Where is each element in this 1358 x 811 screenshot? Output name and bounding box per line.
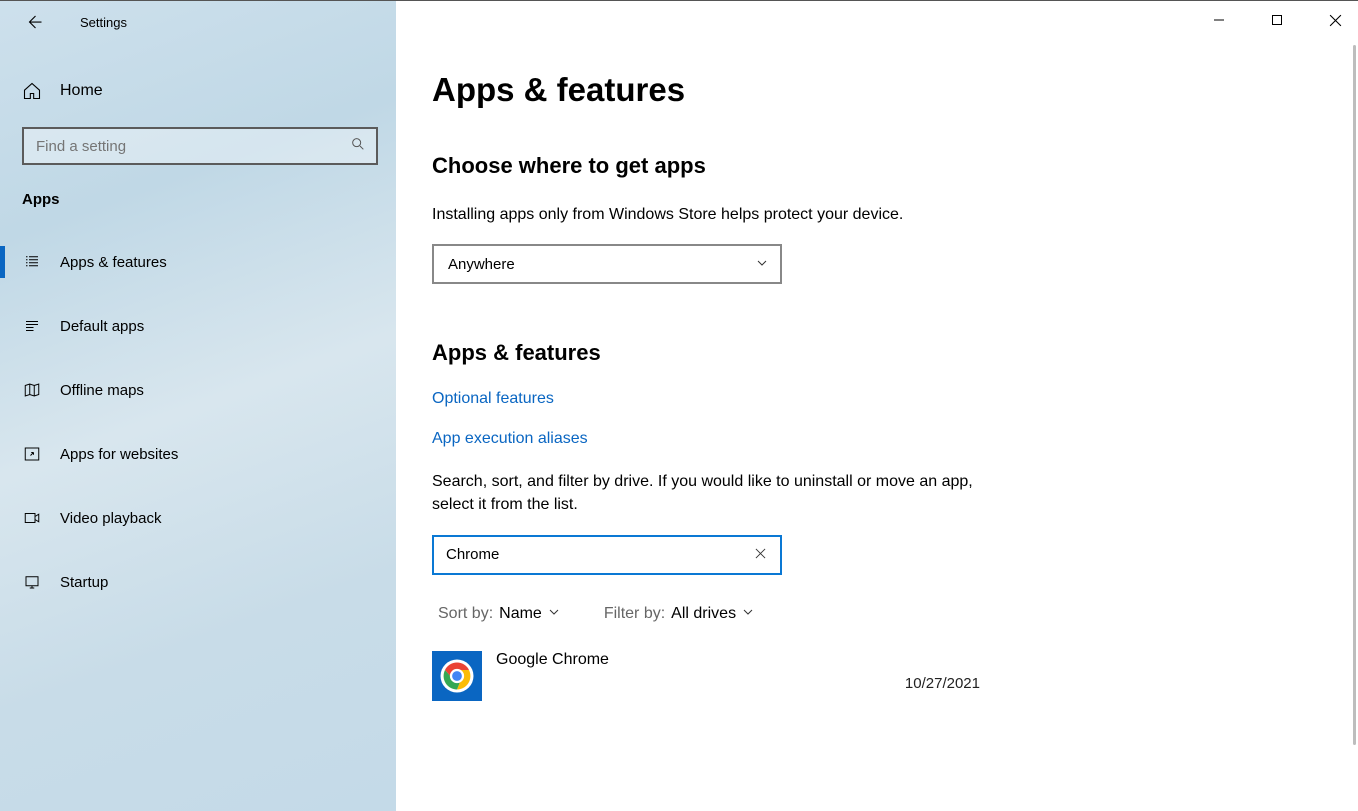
settings-search-row: [22, 127, 378, 165]
filter-by-control[interactable]: Filter by: All drives: [604, 605, 754, 623]
back-button[interactable]: [24, 12, 44, 32]
filter-by-label: Filter by:: [604, 605, 665, 623]
search-icon: [350, 136, 366, 157]
chevron-down-icon: [742, 605, 754, 623]
sidebar-nav: Apps & features Default apps Offline map…: [0, 240, 396, 604]
video-playback-icon: [22, 508, 42, 528]
nav-item-startup[interactable]: Startup: [0, 560, 396, 604]
clear-search-button[interactable]: [751, 542, 770, 568]
nav-item-video-playback[interactable]: Video playback: [0, 496, 396, 540]
sort-filter-row: Sort by: Name Filter by: All drives: [438, 605, 1322, 623]
offline-maps-icon: [22, 380, 42, 400]
apps-features-heading: Apps & features: [432, 340, 1322, 366]
main-content: Apps & features Choose where to get apps…: [396, 1, 1358, 811]
home-icon: [22, 81, 42, 101]
filter-by-value: All drives: [671, 605, 736, 623]
settings-search-box[interactable]: [22, 127, 378, 165]
chevron-down-icon: [548, 605, 560, 623]
page-title: Apps & features: [432, 71, 1322, 109]
scrollbar-thumb[interactable]: [1353, 45, 1356, 745]
app-name: Google Chrome: [496, 651, 609, 669]
nav-label: Default apps: [60, 318, 144, 335]
source-dropdown[interactable]: Anywhere: [432, 244, 782, 284]
maximize-button[interactable]: [1262, 5, 1292, 35]
close-button[interactable]: [1320, 5, 1350, 35]
sort-by-control[interactable]: Sort by: Name: [438, 605, 560, 623]
chrome-icon: [432, 651, 482, 701]
window-title: Settings: [80, 15, 127, 30]
nav-label: Apps for websites: [60, 446, 178, 463]
default-apps-icon: [22, 316, 42, 336]
app-aliases-link[interactable]: App execution aliases: [432, 430, 1322, 448]
optional-features-link[interactable]: Optional features: [432, 390, 1322, 408]
nav-item-offline-maps[interactable]: Offline maps: [0, 368, 396, 412]
chevron-down-icon: [756, 256, 768, 273]
scrollbar[interactable]: [1346, 45, 1358, 811]
sidebar-section-label: Apps: [22, 191, 396, 208]
minimize-button[interactable]: [1204, 5, 1234, 35]
dropdown-value: Anywhere: [448, 256, 515, 273]
startup-icon: [22, 572, 42, 592]
choose-apps-heading: Choose where to get apps: [432, 153, 1322, 179]
settings-search-input[interactable]: [36, 138, 350, 155]
home-label: Home: [60, 82, 103, 100]
apps-features-section: Apps & features Optional features App ex…: [432, 340, 1322, 700]
nav-label: Apps & features: [60, 254, 167, 271]
apps-features-icon: [22, 252, 42, 272]
app-search-input[interactable]: [446, 546, 751, 563]
apps-features-description: Search, sort, and filter by drive. If yo…: [432, 470, 992, 516]
sidebar-header: Settings: [0, 1, 396, 43]
app-search-box[interactable]: [432, 535, 782, 575]
sort-by-label: Sort by:: [438, 605, 493, 623]
app-install-date: 10/27/2021: [905, 675, 980, 692]
sidebar: Settings Home Apps Apps & features Defau…: [0, 1, 396, 811]
sort-by-value: Name: [499, 605, 542, 623]
home-button[interactable]: Home: [0, 71, 396, 111]
nav-item-apps-features[interactable]: Apps & features: [0, 240, 396, 284]
nav-label: Startup: [60, 574, 108, 591]
choose-apps-section: Choose where to get apps Installing apps…: [432, 153, 1322, 284]
app-info: Google Chrome 10/27/2021: [496, 651, 980, 692]
choose-apps-description: Installing apps only from Windows Store …: [432, 203, 992, 226]
app-list-item[interactable]: Google Chrome 10/27/2021: [432, 651, 980, 701]
window-controls: [1204, 5, 1350, 35]
nav-item-default-apps[interactable]: Default apps: [0, 304, 396, 348]
nav-label: Video playback: [60, 510, 161, 527]
nav-label: Offline maps: [60, 382, 144, 399]
apps-websites-icon: [22, 444, 42, 464]
nav-item-apps-websites[interactable]: Apps for websites: [0, 432, 396, 476]
